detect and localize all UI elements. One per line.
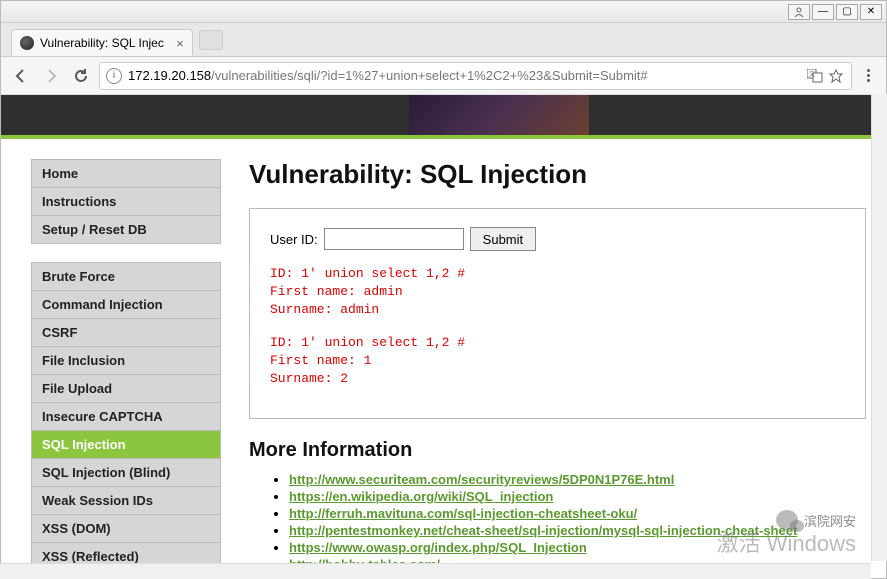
user-id-label: User ID: [270,232,318,247]
translate-icon[interactable]: 文 [807,69,823,83]
sidebar-item-file-inclusion[interactable]: File Inclusion [32,347,220,375]
info-link[interactable]: http://www.securiteam.com/securityreview… [289,472,674,487]
sidebar-item-sql-injection-blind-[interactable]: SQL Injection (Blind) [32,459,220,487]
submit-button[interactable] [470,227,536,251]
sidebar-item-command-injection[interactable]: Command Injection [32,291,220,319]
site-info-icon[interactable]: i [106,68,122,84]
user-button[interactable] [788,4,810,20]
info-link[interactable]: http://pentestmonkey.net/cheat-sheet/sql… [289,523,797,538]
sidebar-item-insecure-captcha[interactable]: Insecure CAPTCHA [32,403,220,431]
back-button[interactable] [9,64,33,88]
form-box: User ID: ID: 1' union select 1,2 # First… [249,208,866,419]
main-content: Vulnerability: SQL Injection User ID: ID… [249,159,886,574]
tab-title: Vulnerability: SQL Injec [40,36,164,50]
horizontal-scrollbar[interactable] [0,563,871,579]
new-tab-button[interactable] [199,30,223,50]
sidebar-item-file-upload[interactable]: File Upload [32,375,220,403]
sidebar-item-brute-force[interactable]: Brute Force [32,263,220,291]
window-titlebar: — ▢ ✕ [1,1,886,23]
maximize-button[interactable]: ▢ [836,4,858,20]
header-image [409,95,589,135]
url-bar[interactable]: i 172.19.20.158/vulnerabilities/sqli/?id… [99,62,852,90]
tab-favicon [20,36,34,50]
sidebar-item-weak-session-ids[interactable]: Weak Session IDs [32,487,220,515]
tab-close-icon[interactable]: × [176,36,184,51]
browser-navbar: i 172.19.20.158/vulnerabilities/sqli/?id… [1,57,886,95]
sidebar-item-csrf[interactable]: CSRF [32,319,220,347]
result-block: ID: 1' union select 1,2 # First name: ad… [270,265,845,320]
sidebar-item-instructions[interactable]: Instructions [32,188,220,216]
more-info-heading: More Information [249,439,866,462]
minimize-button[interactable]: — [812,4,834,20]
sidebar-item-home[interactable]: Home [32,160,220,188]
info-link[interactable]: https://www.owasp.org/index.php/SQL_Inje… [289,540,587,555]
sidebar: HomeInstructionsSetup / Reset DB Brute F… [31,159,221,578]
more-info-links: http://www.securiteam.com/securityreview… [249,472,866,572]
page-viewport: HomeInstructionsSetup / Reset DB Brute F… [1,95,886,578]
bookmark-icon[interactable] [829,69,845,83]
vertical-scrollbar[interactable] [871,94,887,561]
browser-tab[interactable]: Vulnerability: SQL Injec × [11,29,193,56]
browser-tabstrip: Vulnerability: SQL Injec × [1,23,886,57]
info-link[interactable]: http://ferruh.mavituna.com/sql-injection… [289,506,637,521]
forward-button[interactable] [39,64,63,88]
user-id-input[interactable] [324,228,464,250]
url-text: 172.19.20.158/vulnerabilities/sqli/?id=1… [128,68,801,83]
result-block: ID: 1' union select 1,2 # First name: 1 … [270,334,845,389]
sidebar-item-setup-reset-db[interactable]: Setup / Reset DB [32,216,220,244]
reload-button[interactable] [69,64,93,88]
close-window-button[interactable]: ✕ [860,4,882,20]
header-band [1,95,886,139]
sidebar-item-sql-injection[interactable]: SQL Injection [32,431,220,459]
svg-text:文: 文 [809,70,815,78]
browser-menu-button[interactable] [858,69,878,82]
page-title: Vulnerability: SQL Injection [249,159,866,190]
sidebar-item-xss-dom-[interactable]: XSS (DOM) [32,515,220,543]
info-link[interactable]: https://en.wikipedia.org/wiki/SQL_inject… [289,489,553,504]
